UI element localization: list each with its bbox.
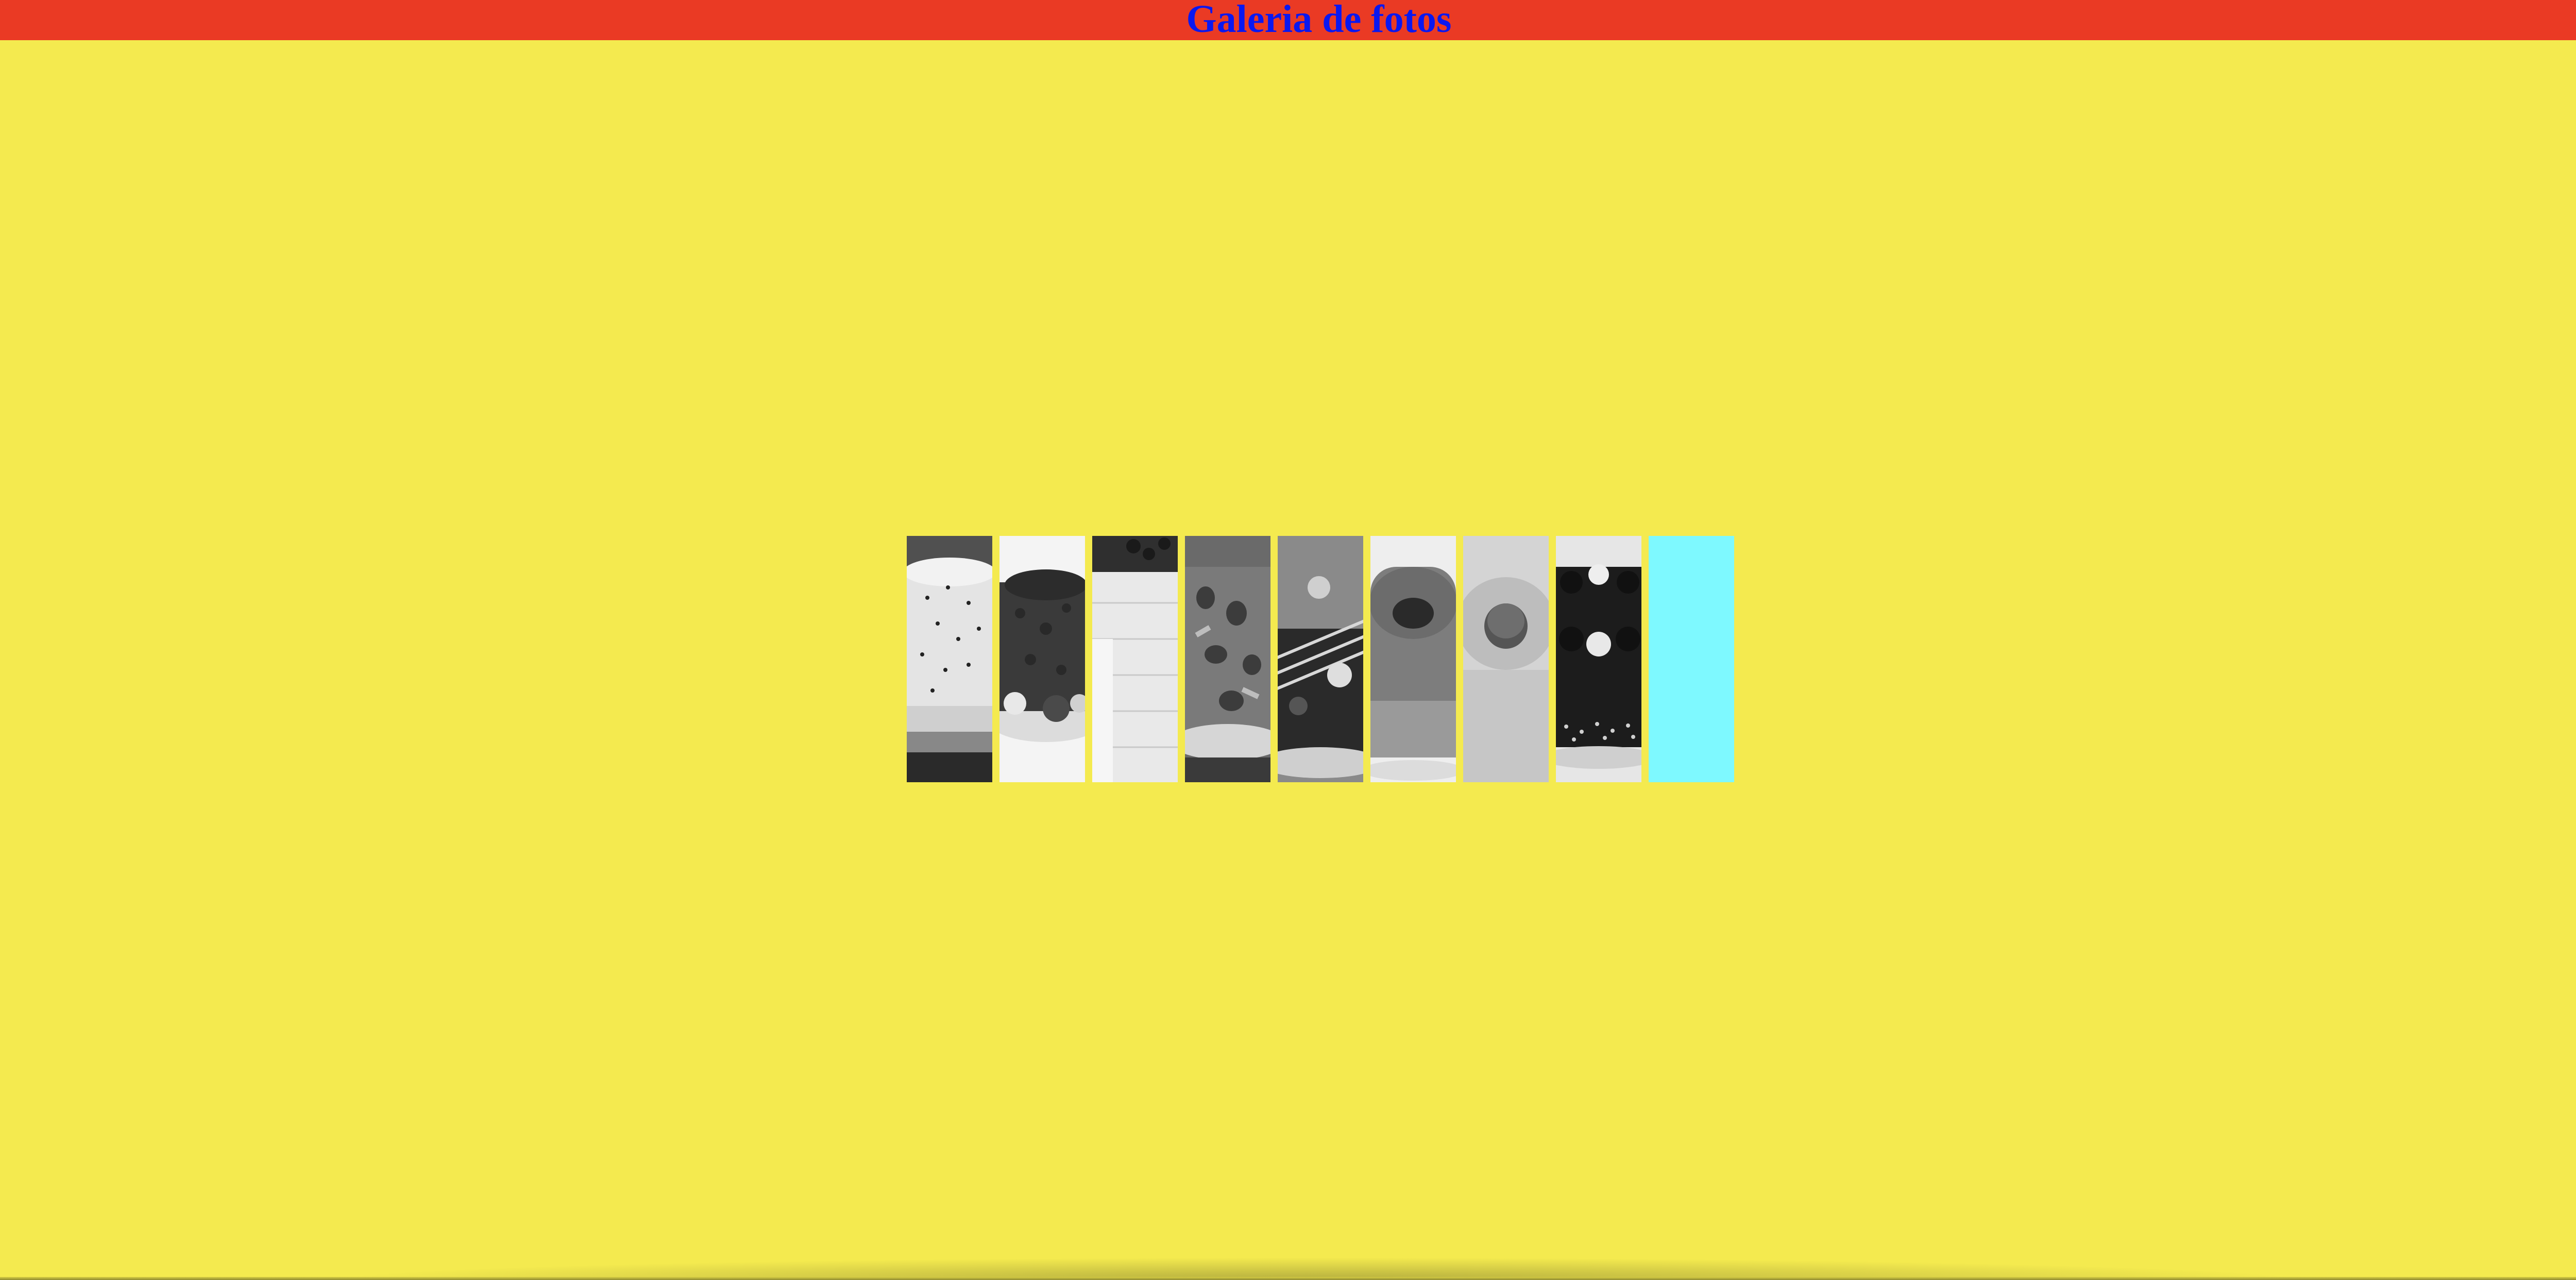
strawberry-chocolate-tart-photo-icon [1185,536,1270,782]
gallery-photo-strawberry-tart[interactable] [1185,536,1270,782]
gallery-empty-placeholder[interactable] [1649,536,1734,782]
gallery-photo-cheesecake[interactable] [907,536,992,782]
cheesecake-photo-icon [907,536,992,782]
gallery-photo-sponge-cake[interactable] [1463,536,1549,782]
gallery-photo-white-layer-cake[interactable] [1092,536,1178,782]
chocolate-drizzle-cake-photo-icon [1278,536,1363,782]
bottom-edge [0,1277,2576,1280]
header-bar: Galeria de fotos [0,0,2576,40]
white-layer-cake-photo-icon [1092,536,1178,782]
chocolate-truffle-cake-photo-icon [1556,536,1641,782]
bundt-cake-photo-icon [1370,536,1456,782]
plain-sponge-cake-photo-icon [1463,536,1549,782]
gallery-photo-chocolate-cake[interactable] [999,536,1085,782]
gallery-photo-chocolate-drizzle-cake[interactable] [1278,536,1363,782]
page-title: Galeria de fotos [1186,0,1452,41]
gallery-photo-chocolate-truffle-cake[interactable] [1556,536,1641,782]
photo-gallery [907,536,1734,782]
chocolate-cake-photo-icon [999,536,1085,782]
page: Galeria de fotos [0,0,2576,1280]
gallery-photo-bundt-cake[interactable] [1370,536,1456,782]
